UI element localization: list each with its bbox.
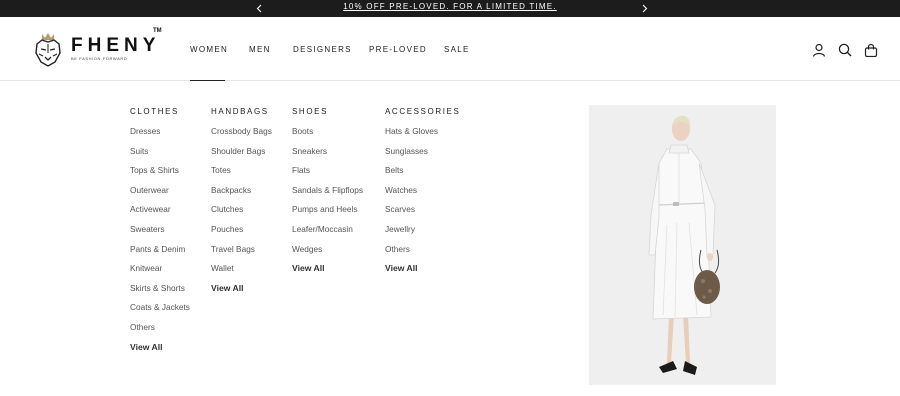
promo-image[interactable] <box>589 105 776 385</box>
brand-tagline: BE FASHION FORWARD <box>71 56 128 61</box>
column-title: SHOES <box>292 107 329 116</box>
model-illustration <box>648 115 720 375</box>
brand-logo[interactable]: FHENY BE FASHION FORWARD TM <box>33 28 163 69</box>
menu-link[interactable]: Crossbody Bags <box>211 126 272 146</box>
announcement-bar: 10% OFF PRE-LOVED. FOR A LIMITED TIME. <box>0 0 900 17</box>
menu-link[interactable]: Travel Bags <box>211 244 272 264</box>
menu-link[interactable]: Tops & Shirts <box>130 165 190 185</box>
menu-link[interactable]: Jewellry <box>385 224 460 244</box>
view-all-link[interactable]: View All <box>292 263 363 283</box>
menu-column-clothes: CLOTHES Dresses Suits Tops & Shirts Oute… <box>130 107 190 361</box>
menu-column-accessories: ACCESSORIES Hats & Gloves Sunglasses Bel… <box>385 107 460 283</box>
search-icon[interactable] <box>838 43 852 57</box>
handbags-list: Crossbody Bags Shoulder Bags Totes Backp… <box>211 126 272 302</box>
menu-link[interactable]: Activewear <box>130 204 190 224</box>
menu-link[interactable]: Outerwear <box>130 185 190 205</box>
logo-text: FHENY BE FASHION FORWARD <box>71 36 160 61</box>
nav-sale[interactable]: SALE <box>444 45 470 54</box>
menu-link[interactable]: Others <box>385 244 460 264</box>
menu-link[interactable]: Scarves <box>385 204 460 224</box>
view-all-link[interactable]: View All <box>385 263 460 283</box>
menu-link[interactable]: Hats & Gloves <box>385 126 460 146</box>
menu-link[interactable]: Boots <box>292 126 363 146</box>
menu-link[interactable]: Totes <box>211 165 272 185</box>
active-nav-underline <box>190 80 225 81</box>
clothes-list: Dresses Suits Tops & Shirts Outerwear Ac… <box>130 126 190 361</box>
menu-link[interactable]: Backpacks <box>211 185 272 205</box>
menu-link[interactable]: Sweaters <box>130 224 190 244</box>
chevron-right-icon[interactable] <box>638 2 652 14</box>
menu-link[interactable]: Shoulder Bags <box>211 146 272 166</box>
view-all-link[interactable]: View All <box>130 342 190 362</box>
account-icon[interactable] <box>812 43 826 57</box>
menu-link[interactable]: Skirts & Shorts <box>130 283 190 303</box>
menu-link[interactable]: Suits <box>130 146 190 166</box>
tiger-crest-icon <box>35 33 61 67</box>
announcement-link[interactable]: 10% OFF PRE-LOVED. FOR A LIMITED TIME. <box>0 2 900 11</box>
column-title: CLOTHES <box>130 107 179 116</box>
nav-men[interactable]: MEN <box>249 45 271 54</box>
menu-column-handbags: HANDBAGS Crossbody Bags Shoulder Bags To… <box>211 107 272 302</box>
menu-link[interactable]: Watches <box>385 185 460 205</box>
nav-pre-loved[interactable]: PRE-LOVED <box>369 45 427 54</box>
menu-link[interactable]: Sneakers <box>292 146 363 166</box>
column-title: HANDBAGS <box>211 107 269 116</box>
shoes-list: Boots Sneakers Flats Sandals & Flipflops… <box>292 126 363 283</box>
menu-link[interactable]: Wedges <box>292 244 363 264</box>
bag-icon[interactable] <box>864 43 878 58</box>
menu-link[interactable]: Coats & Jackets <box>130 302 190 322</box>
column-title: ACCESSORIES <box>385 107 461 116</box>
menu-link[interactable]: Dresses <box>130 126 190 146</box>
view-all-link[interactable]: View All <box>211 283 272 303</box>
trademark-mark: TM <box>153 28 162 34</box>
menu-link[interactable]: Leafer/Moccasin <box>292 224 363 244</box>
site-header: FHENY BE FASHION FORWARD TM WOMEN MEN DE… <box>0 17 900 81</box>
menu-link[interactable]: Pouches <box>211 224 272 244</box>
brand-name: FHENY <box>71 35 161 56</box>
menu-link[interactable]: Belts <box>385 165 460 185</box>
menu-link[interactable]: Flats <box>292 165 363 185</box>
nav-women[interactable]: WOMEN <box>190 45 228 54</box>
menu-link[interactable]: Wallet <box>211 263 272 283</box>
menu-link[interactable]: Pumps and Heels <box>292 204 363 224</box>
menu-link[interactable]: Others <box>130 322 190 342</box>
menu-column-shoes: SHOES Boots Sneakers Flats Sandals & Fli… <box>292 107 363 283</box>
accessories-list: Hats & Gloves Sunglasses Belts Watches S… <box>385 126 460 283</box>
mega-menu: CLOTHES Dresses Suits Tops & Shirts Oute… <box>0 82 900 396</box>
menu-link[interactable]: Clutches <box>211 204 272 224</box>
menu-link[interactable]: Knitwear <box>130 263 190 283</box>
menu-link[interactable]: Sandals & Flipflops <box>292 185 363 205</box>
nav-designers[interactable]: DESIGNERS <box>293 45 352 54</box>
menu-link[interactable]: Pants & Denim <box>130 244 190 264</box>
menu-link[interactable]: Sunglasses <box>385 146 460 166</box>
